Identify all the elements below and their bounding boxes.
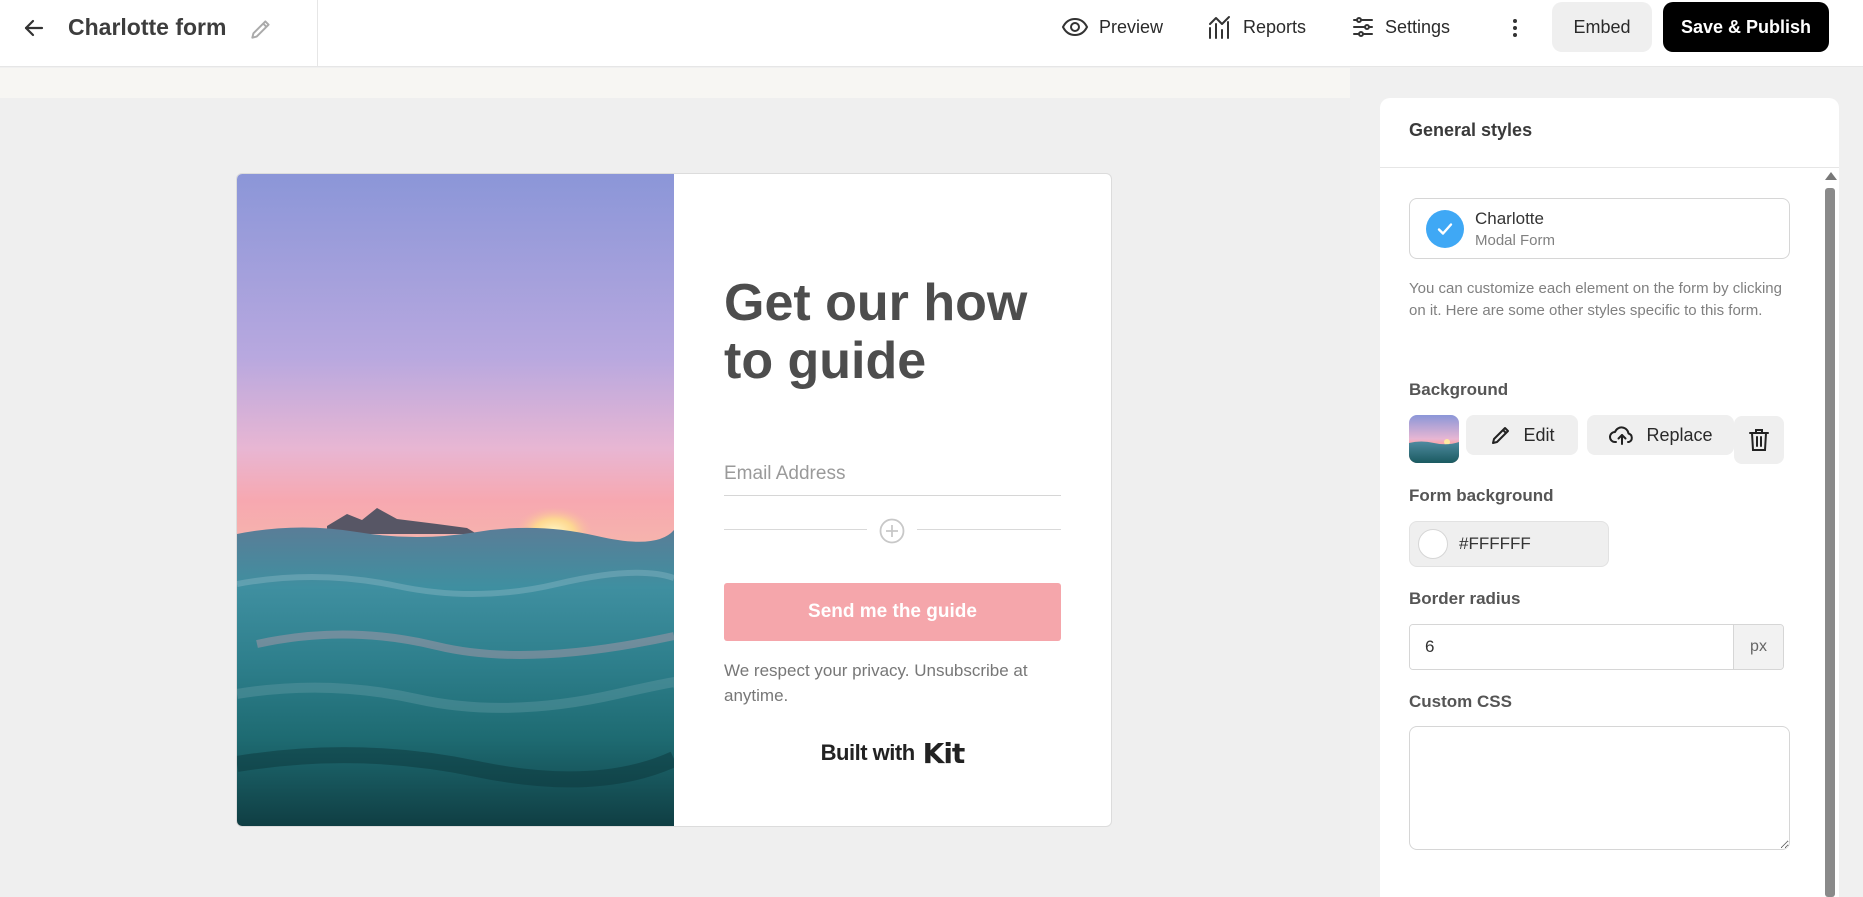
trash-icon (1749, 429, 1769, 451)
form-title: Charlotte form (68, 14, 227, 40)
top-bar: Charlotte form Preview Reports Settings … (0, 0, 1863, 67)
form-background-color-picker[interactable]: #FFFFFF (1409, 521, 1609, 567)
back-button[interactable] (18, 14, 50, 42)
form-headline[interactable]: Get our how to guide (724, 274, 1064, 390)
replace-label: Replace (1646, 424, 1713, 445)
add-field-button[interactable] (879, 518, 905, 544)
rename-button[interactable] (248, 16, 274, 42)
save-publish-button[interactable]: Save & Publish (1663, 2, 1829, 52)
plus-circle-icon (879, 518, 905, 544)
form-selector[interactable]: Charlotte Modal Form (1409, 198, 1790, 259)
sliders-icon (1353, 17, 1373, 37)
form-preview-card[interactable]: Get our how to guide Send me the guide W… (236, 173, 1112, 827)
more-options-button[interactable] (1500, 14, 1530, 42)
edit-background-button[interactable]: Edit (1466, 415, 1578, 455)
email-field[interactable] (724, 452, 1061, 496)
chart-icon (1209, 16, 1230, 39)
send-guide-button[interactable]: Send me the guide (724, 583, 1061, 641)
scroll-up-arrow-icon[interactable] (1825, 172, 1837, 180)
custom-css-label: Custom CSS (1409, 692, 1512, 711)
panel-title: General styles (1409, 120, 1533, 140)
form-background-label: Form background (1409, 486, 1554, 505)
kebab-icon (1513, 19, 1517, 37)
style-panel: General styles Charlotte Modal Form You … (1380, 98, 1839, 897)
help-text: You can customize each element on the fo… (1409, 280, 1782, 319)
reports-label: Reports (1243, 16, 1307, 37)
reports-button[interactable]: Reports (1207, 12, 1306, 42)
preview-button[interactable]: Preview (1061, 12, 1163, 42)
pencil-icon (251, 20, 270, 39)
panel-header: General styles (1380, 98, 1839, 168)
arrow-left-icon (24, 19, 44, 37)
scrollbar-thumb[interactable] (1825, 188, 1835, 897)
ocean-sunset-image[interactable] (237, 174, 674, 827)
canvas-top-strip (0, 68, 1350, 98)
eye-icon (1061, 17, 1089, 37)
pencil-icon (1492, 427, 1510, 444)
divider-right (917, 529, 1061, 530)
settings-button[interactable]: Settings (1351, 12, 1450, 42)
border-radius-field: px (1409, 624, 1784, 670)
built-with-text: Built with (820, 740, 915, 765)
settings-label: Settings (1385, 16, 1451, 37)
add-field-row (724, 516, 1061, 544)
edit-label: Edit (1523, 424, 1555, 445)
color-swatch[interactable] (1418, 529, 1448, 559)
built-with-kit-badge[interactable]: Built with Kit (724, 736, 1061, 770)
form-content: Get our how to guide Send me the guide W… (674, 174, 1111, 826)
background-label: Background (1409, 380, 1509, 399)
header-divider (317, 0, 318, 67)
check-icon (1426, 210, 1464, 248)
cloud-upload-icon (1609, 426, 1634, 445)
color-hex-value[interactable]: #FFFFFF (1459, 534, 1531, 554)
selected-form-type: Modal Form (1475, 232, 1556, 249)
background-thumbnail[interactable] (1409, 415, 1459, 463)
custom-css-textarea[interactable] (1409, 726, 1790, 850)
replace-background-button[interactable]: Replace (1587, 415, 1734, 455)
embed-button[interactable]: Embed (1552, 2, 1652, 52)
privacy-text[interactable]: We respect your privacy. Unsubscribe at … (724, 658, 1064, 708)
preview-label: Preview (1099, 16, 1164, 37)
divider-left (724, 529, 867, 530)
panel-scrollbar[interactable] (1824, 170, 1837, 897)
kit-logo: Kit (922, 736, 966, 770)
border-radius-label: Border radius (1409, 589, 1521, 608)
border-radius-input[interactable] (1410, 625, 1733, 669)
delete-background-button[interactable] (1734, 416, 1784, 464)
unit-label: px (1733, 625, 1783, 669)
selected-form-name: Charlotte (1475, 209, 1544, 228)
